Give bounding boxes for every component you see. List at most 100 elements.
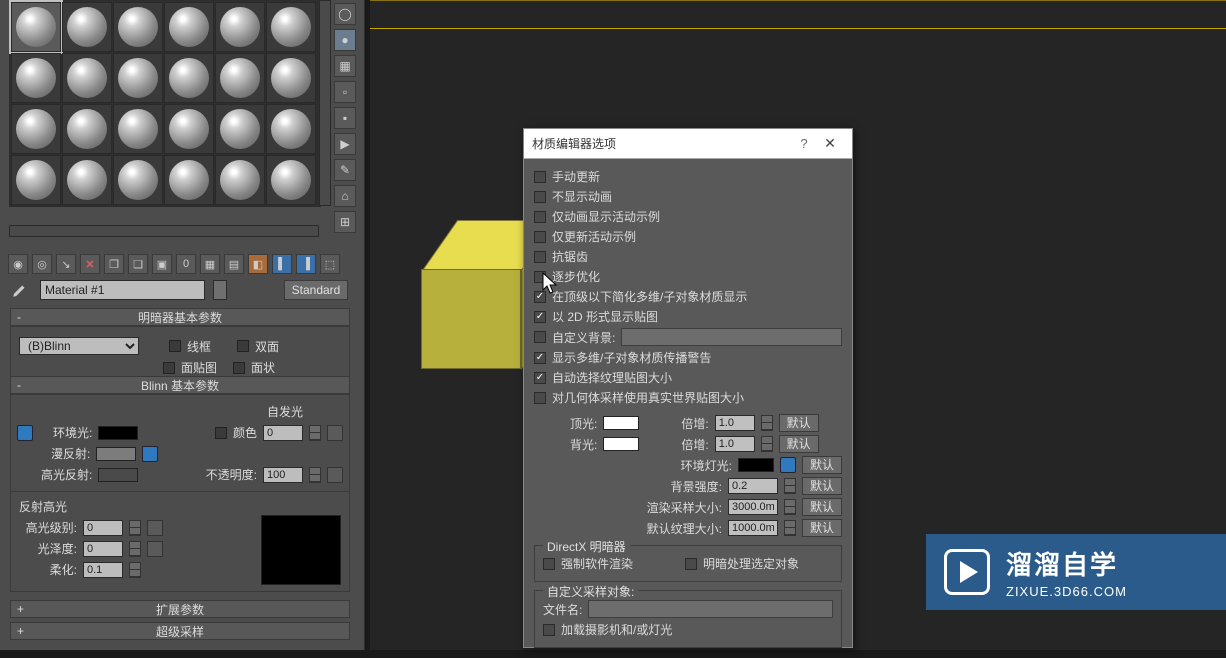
diffuse-swatch[interactable] bbox=[96, 447, 136, 461]
help-button[interactable]: ? bbox=[792, 136, 816, 151]
put-to-lib-icon[interactable]: ▣ bbox=[152, 254, 172, 274]
opacity-value[interactable] bbox=[263, 467, 303, 483]
sample-slot[interactable] bbox=[164, 53, 214, 103]
mat-id-icon[interactable]: 0 bbox=[176, 254, 196, 274]
mult-top-value[interactable] bbox=[715, 415, 755, 431]
go-forward-icon[interactable]: ▌ bbox=[272, 254, 292, 274]
rollout-header[interactable]: +扩展参数 bbox=[10, 600, 350, 618]
chk-anim-active[interactable] bbox=[534, 211, 546, 223]
opacity-map-btn[interactable] bbox=[327, 467, 343, 483]
backlight-icon[interactable]: ● bbox=[334, 29, 356, 51]
sample-slot[interactable] bbox=[266, 2, 316, 52]
bgint-value[interactable] bbox=[728, 478, 778, 494]
deftex-value[interactable] bbox=[728, 520, 778, 536]
put-to-scene-icon[interactable]: ◎ bbox=[32, 254, 52, 274]
sample-slot[interactable] bbox=[113, 155, 163, 205]
spec-map-btn[interactable] bbox=[147, 520, 163, 536]
soften-value[interactable] bbox=[83, 562, 123, 578]
chk-antialias[interactable] bbox=[534, 251, 546, 263]
selfillum-color-checkbox[interactable] bbox=[215, 427, 227, 439]
options-icon[interactable]: ✎ bbox=[334, 159, 356, 181]
spinner-icon[interactable] bbox=[761, 415, 773, 431]
default-btn[interactable]: 默认 bbox=[802, 456, 842, 474]
eyedropper-icon[interactable] bbox=[8, 278, 32, 302]
default-btn[interactable]: 默认 bbox=[779, 435, 819, 453]
spinner-icon[interactable] bbox=[761, 436, 773, 452]
chk-custom-bg[interactable] bbox=[534, 331, 546, 343]
default-btn[interactable]: 默认 bbox=[802, 498, 842, 516]
selfillum-value[interactable] bbox=[263, 425, 303, 441]
chk-update-active[interactable] bbox=[534, 231, 546, 243]
spinner-icon[interactable] bbox=[309, 425, 321, 441]
toplight-swatch[interactable] bbox=[603, 416, 639, 430]
twosided-checkbox[interactable] bbox=[237, 340, 249, 352]
chk-dont-animate[interactable] bbox=[534, 191, 546, 203]
assign-icon[interactable]: ↘ bbox=[56, 254, 76, 274]
custom-bg-path[interactable] bbox=[621, 328, 842, 346]
sample-slot[interactable] bbox=[62, 53, 112, 103]
sample-slot[interactable] bbox=[266, 104, 316, 154]
rollout-header[interactable]: -明暗器基本参数 bbox=[10, 308, 350, 326]
go-parent-icon[interactable]: ◧ bbox=[248, 254, 268, 274]
spinner-icon[interactable] bbox=[129, 520, 141, 536]
sample-type-icon[interactable]: ◯ bbox=[334, 3, 356, 25]
show-in-vp-icon[interactable]: ▦ bbox=[200, 254, 220, 274]
spinner-icon[interactable] bbox=[784, 478, 796, 494]
sample-slot[interactable] bbox=[215, 155, 265, 205]
dialog-titlebar[interactable]: 材质编辑器选项 ? ✕ bbox=[524, 129, 852, 159]
sample-slot[interactable] bbox=[164, 155, 214, 205]
chk-auto-texsize[interactable] bbox=[534, 372, 546, 384]
default-btn[interactable]: 默认 bbox=[779, 414, 819, 432]
rendersample-value[interactable] bbox=[728, 499, 778, 515]
spec-level-value[interactable] bbox=[83, 520, 123, 536]
ambient-lock-icon[interactable] bbox=[17, 425, 33, 441]
make-copy-icon[interactable]: ❐ bbox=[104, 254, 124, 274]
backlight-swatch[interactable] bbox=[603, 437, 639, 451]
show-end-icon[interactable]: ▤ bbox=[224, 254, 244, 274]
spinner-icon[interactable] bbox=[784, 520, 796, 536]
mat-map-nav-icon[interactable]: ⊞ bbox=[334, 211, 356, 233]
chk-multi-warn[interactable] bbox=[534, 352, 546, 364]
sample-slot[interactable] bbox=[164, 2, 214, 52]
spinner-icon[interactable] bbox=[309, 467, 321, 483]
close-button[interactable]: ✕ bbox=[816, 135, 844, 152]
spinner-icon[interactable] bbox=[129, 562, 141, 578]
background-icon[interactable]: ▦ bbox=[334, 55, 356, 77]
sample-slot[interactable] bbox=[266, 53, 316, 103]
sample-slot[interactable] bbox=[164, 104, 214, 154]
material-name-input[interactable] bbox=[40, 280, 205, 300]
sample-slot[interactable] bbox=[11, 104, 61, 154]
default-btn[interactable]: 默认 bbox=[802, 519, 842, 537]
make-preview-icon[interactable]: ▶ bbox=[334, 133, 356, 155]
specular-swatch[interactable] bbox=[98, 468, 138, 482]
sample-slot[interactable] bbox=[62, 104, 112, 154]
chk-realworld[interactable] bbox=[534, 392, 546, 404]
select-by-mat-icon[interactable]: ⌂ bbox=[334, 185, 356, 207]
envlight-swatch[interactable] bbox=[738, 458, 774, 472]
sample-slot[interactable] bbox=[62, 155, 112, 205]
sample-slot[interactable] bbox=[266, 155, 316, 205]
go-sibling-icon[interactable]: ▐ bbox=[296, 254, 316, 274]
spinner-icon[interactable] bbox=[784, 499, 796, 515]
diffuse-lock-icon[interactable] bbox=[142, 446, 158, 462]
ambient-swatch[interactable] bbox=[98, 426, 138, 440]
pick-icon[interactable]: ⬚ bbox=[320, 254, 340, 274]
chk-shade-selected[interactable] bbox=[685, 558, 697, 570]
sample-slot[interactable] bbox=[215, 53, 265, 103]
facemap-checkbox[interactable] bbox=[163, 362, 175, 374]
default-btn[interactable]: 默认 bbox=[802, 477, 842, 495]
sample-slot[interactable] bbox=[215, 2, 265, 52]
rollout-header[interactable]: -Blinn 基本参数 bbox=[10, 376, 350, 394]
sample-slot[interactable] bbox=[11, 53, 61, 103]
faceted-checkbox[interactable] bbox=[233, 362, 245, 374]
mult-back-value[interactable] bbox=[715, 436, 755, 452]
reset-icon[interactable]: ✕ bbox=[80, 254, 100, 274]
get-material-icon[interactable]: ◉ bbox=[8, 254, 28, 274]
sample-hscroll[interactable] bbox=[9, 225, 319, 237]
filename-input[interactable] bbox=[588, 600, 833, 618]
chk-manual-update[interactable] bbox=[534, 171, 546, 183]
sample-slot[interactable] bbox=[113, 104, 163, 154]
sample-slot[interactable] bbox=[113, 53, 163, 103]
envlight-lock-icon[interactable] bbox=[780, 457, 796, 473]
spinner-icon[interactable] bbox=[129, 541, 141, 557]
